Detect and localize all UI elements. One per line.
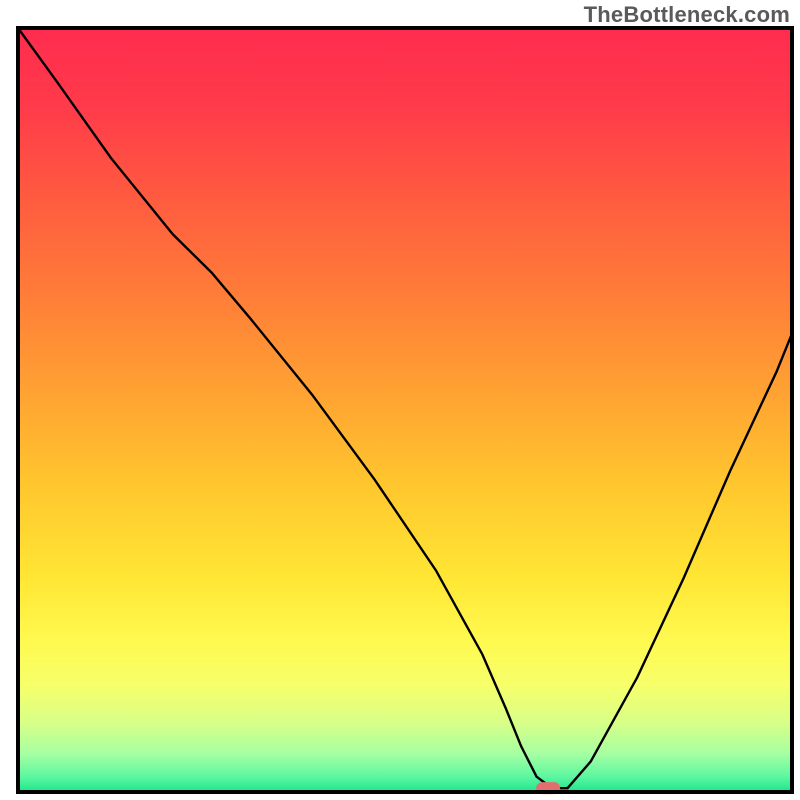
plot-background	[18, 28, 792, 792]
chart-container: { "watermark": "TheBottleneck.com", "cha…	[0, 0, 800, 800]
bottleneck-chart	[0, 0, 800, 800]
watermark-text: TheBottleneck.com	[584, 2, 790, 28]
